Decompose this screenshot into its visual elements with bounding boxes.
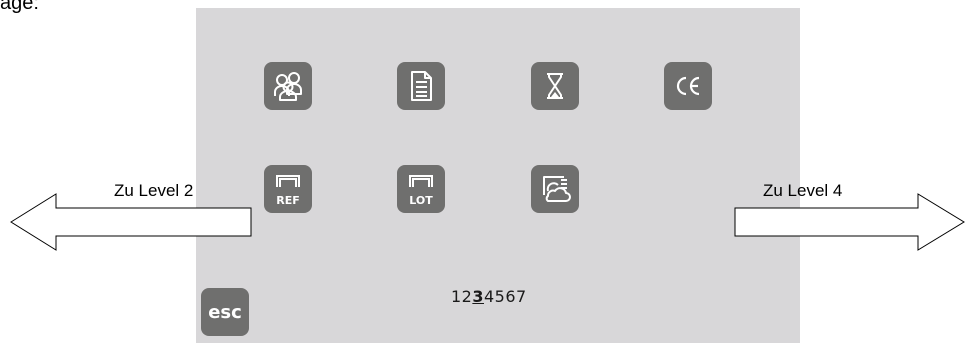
ce-button[interactable]: [664, 62, 712, 110]
pager-before: 12: [451, 287, 473, 306]
ref-button[interactable]: REF: [264, 165, 312, 213]
caption-text: age:: [0, 0, 39, 14]
ce-mark-icon: [676, 76, 700, 96]
pager-current-level: 3: [472, 287, 484, 306]
lot-button[interactable]: LOT: [397, 165, 445, 213]
ref-icon: REF: [276, 175, 300, 207]
level-4-label: Zu Level 4: [763, 181, 843, 200]
level-2-label: Zu Level 2: [114, 181, 194, 200]
cloud-display-icon: [543, 176, 571, 202]
expiry-date-button[interactable]: [531, 62, 579, 110]
cloud-display-button[interactable]: [531, 165, 579, 213]
documents-button[interactable]: [397, 62, 445, 110]
esc-button[interactable]: esc: [201, 288, 249, 336]
level-pager: 1234567: [451, 287, 527, 306]
lot-icon: LOT: [409, 175, 433, 207]
hourglass-icon: [547, 73, 563, 99]
lot-label: LOT: [409, 194, 433, 207]
ref-label: REF: [276, 194, 300, 207]
document-icon: [411, 71, 432, 101]
users-button[interactable]: [264, 62, 312, 110]
pager-after: 4567: [484, 287, 527, 306]
users-icon: [274, 72, 302, 101]
